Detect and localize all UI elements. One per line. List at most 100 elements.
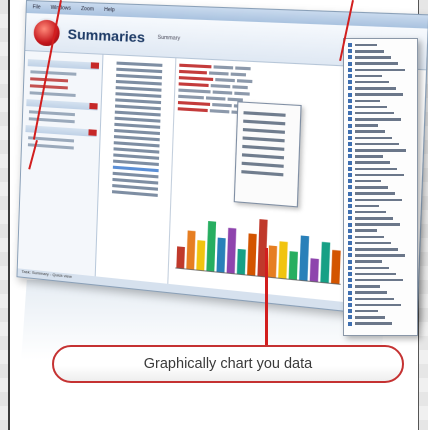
dropdown-item-label bbox=[355, 316, 385, 319]
chart-type-icon bbox=[348, 197, 352, 202]
dropdown-item-label bbox=[355, 74, 382, 78]
tree-item[interactable] bbox=[116, 73, 162, 80]
chart-bar bbox=[288, 251, 298, 281]
dropdown-item-label bbox=[355, 309, 378, 313]
chart-type-icon bbox=[348, 315, 352, 320]
tree-item[interactable] bbox=[114, 116, 161, 123]
chart-type-icon bbox=[348, 241, 352, 246]
pointer-line-center bbox=[265, 248, 268, 346]
chart-type-icon bbox=[348, 228, 352, 233]
tree-item[interactable] bbox=[114, 122, 161, 129]
chart-type-icon bbox=[348, 284, 352, 289]
dropdown-item-label bbox=[355, 80, 389, 84]
dropdown-item-label bbox=[355, 297, 394, 301]
nav-item[interactable] bbox=[30, 77, 69, 83]
dropdown-item-label bbox=[355, 241, 391, 245]
chart-bar bbox=[299, 235, 310, 282]
tree-item[interactable] bbox=[115, 98, 162, 105]
close-icon[interactable] bbox=[90, 62, 100, 69]
menu-zoom[interactable]: Zoom bbox=[81, 6, 94, 13]
dropdown-item-label bbox=[355, 167, 397, 171]
chart-bar bbox=[186, 230, 196, 270]
context-menu-item[interactable] bbox=[242, 144, 285, 151]
dropdown-item[interactable] bbox=[348, 320, 414, 326]
chart-type-icon bbox=[348, 160, 352, 165]
dropdown-item-label bbox=[355, 68, 405, 72]
chart-type-icon bbox=[348, 234, 352, 239]
chart-bar bbox=[331, 249, 341, 285]
dropdown-item-label bbox=[355, 161, 390, 164]
context-menu-item[interactable] bbox=[241, 161, 284, 168]
chart-type-icon bbox=[348, 55, 352, 60]
caption-pill: Graphically chart you data bbox=[52, 345, 404, 383]
chart-type-icon bbox=[348, 290, 352, 295]
tree-item[interactable] bbox=[112, 171, 159, 179]
chart-type-icon bbox=[348, 278, 352, 283]
context-menu-item[interactable] bbox=[243, 111, 286, 117]
chart-type-icon bbox=[348, 80, 352, 85]
dropdown-item-label bbox=[355, 266, 389, 270]
chart-type-icon bbox=[348, 191, 352, 196]
tree-item[interactable] bbox=[113, 135, 160, 142]
dropdown-item-label bbox=[355, 105, 387, 109]
menu-file[interactable]: File bbox=[33, 4, 41, 10]
context-menu-item[interactable] bbox=[243, 119, 286, 126]
tree-item[interactable] bbox=[113, 153, 160, 160]
context-menu-item[interactable] bbox=[241, 170, 284, 177]
menu-help[interactable]: Help bbox=[104, 7, 115, 14]
tree-item[interactable] bbox=[113, 141, 160, 148]
tree-item[interactable] bbox=[115, 92, 162, 98]
chart-type-icon bbox=[348, 203, 352, 208]
context-menu-item[interactable] bbox=[241, 153, 285, 160]
chart-type-icon bbox=[348, 74, 352, 79]
dropdown-item-label bbox=[355, 322, 392, 325]
tree-item[interactable] bbox=[116, 61, 163, 67]
chart-type-icon bbox=[348, 272, 352, 277]
chart-type-icon bbox=[348, 86, 352, 91]
tree-item[interactable] bbox=[115, 79, 162, 86]
chart-type-icon bbox=[348, 98, 352, 103]
chart-type-icon bbox=[348, 92, 352, 97]
panel-header bbox=[26, 99, 98, 111]
chart-type-icon bbox=[348, 265, 352, 270]
left-frame-strip bbox=[0, 0, 10, 430]
chart-bar bbox=[267, 245, 278, 278]
context-menu-item[interactable] bbox=[242, 136, 285, 143]
chart-type-icon bbox=[348, 216, 352, 221]
tree-item[interactable] bbox=[114, 110, 161, 117]
chart-type-icon bbox=[348, 173, 352, 178]
panel-header bbox=[27, 59, 100, 70]
tree-item-selected[interactable] bbox=[112, 165, 159, 173]
tree-item[interactable] bbox=[113, 147, 160, 154]
nav-item[interactable] bbox=[29, 110, 75, 117]
chart-type-icon bbox=[348, 142, 352, 147]
dropdown-item-label bbox=[355, 149, 406, 152]
dropdown-item-label bbox=[355, 50, 384, 53]
dropdown-item-label bbox=[355, 223, 400, 226]
chart-bar bbox=[236, 248, 246, 275]
tree-item[interactable] bbox=[111, 190, 158, 197]
dropdown-item-label bbox=[355, 229, 377, 232]
dropdown-item-label bbox=[355, 155, 383, 158]
chart-type-icon bbox=[348, 259, 352, 264]
tree-item[interactable] bbox=[114, 128, 161, 136]
close-icon[interactable] bbox=[88, 129, 97, 136]
dropdown-item-label bbox=[355, 179, 381, 183]
tree-item[interactable] bbox=[113, 159, 159, 167]
chart-bar bbox=[309, 258, 319, 283]
tree-item[interactable] bbox=[114, 104, 161, 111]
context-menu-item[interactable] bbox=[242, 127, 285, 134]
chart-type-icon bbox=[348, 43, 352, 48]
chart-bar bbox=[226, 227, 237, 274]
chart-type-icon bbox=[348, 154, 352, 159]
dropdown-item-label bbox=[355, 130, 385, 133]
chart-type-dropdown-list bbox=[343, 38, 418, 336]
nav-item[interactable] bbox=[29, 84, 68, 90]
nav-item[interactable] bbox=[29, 91, 76, 97]
tree-item[interactable] bbox=[115, 86, 162, 92]
nav-item[interactable] bbox=[30, 70, 77, 76]
tree-item[interactable] bbox=[116, 67, 163, 74]
dropdown-item-label bbox=[355, 87, 396, 90]
dropdown-item-label bbox=[355, 217, 393, 220]
close-icon[interactable] bbox=[89, 102, 98, 110]
